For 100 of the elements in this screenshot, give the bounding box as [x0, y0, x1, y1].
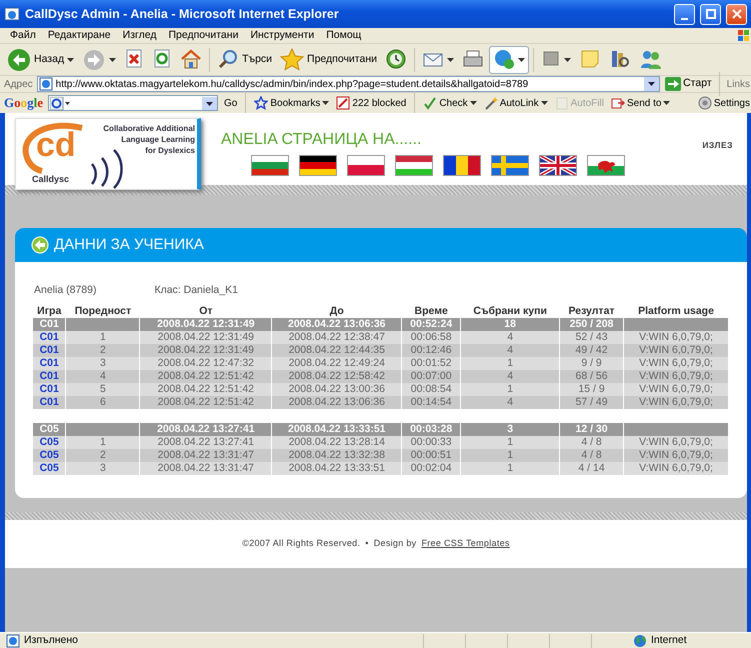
back-button[interactable]: Назад	[4, 46, 78, 74]
flag-icon[interactable]	[443, 155, 481, 176]
menu-item[interactable]: Изглед	[116, 28, 162, 44]
table-cell: 2008.04.22 12:58:42	[272, 370, 402, 383]
table-cell: 3	[66, 356, 140, 370]
g-logo-icon	[50, 96, 70, 110]
close-icon	[732, 9, 742, 19]
menu-item[interactable]: Инструменти	[244, 28, 320, 44]
search-field[interactable]	[48, 95, 218, 111]
table-cell: 2008.04.22 13:31:47	[140, 448, 272, 462]
check-button[interactable]: Check	[422, 96, 478, 110]
summary-cell: 00:03:28	[402, 422, 461, 436]
student-name: Anelia (8789)	[34, 283, 96, 298]
go-button[interactable]: Старт	[664, 76, 713, 92]
table-cell: 1	[460, 436, 560, 449]
caret-icon	[109, 58, 116, 62]
favorites-button[interactable]: Предпочитани	[277, 46, 380, 74]
table-cell: 00:12:46	[402, 344, 461, 357]
caret-icon	[564, 58, 571, 62]
table-cell: V:WIN 6,0,79,0;	[624, 370, 728, 383]
table-cell: 00:01:52	[402, 356, 461, 370]
maximize-icon	[706, 9, 716, 19]
menu-item[interactable]: Помощ	[320, 28, 368, 44]
table-cell: 1	[66, 330, 140, 344]
table-cell: 4	[460, 370, 560, 383]
caret-icon	[446, 58, 454, 62]
blocked-popup-icon	[336, 96, 350, 110]
table-cell: 4 / 14	[560, 462, 624, 475]
table-cell: 00:08:54	[402, 382, 461, 396]
chat-icon	[492, 48, 515, 72]
flag-icon[interactable]	[539, 155, 577, 176]
table-cell: V:WIN 6,0,79,0;	[624, 436, 728, 449]
spellcheck-icon	[423, 96, 438, 110]
caret-icon	[322, 101, 330, 105]
page-heading: ANELIA СТРАНИЦА НА......	[221, 131, 422, 149]
table-cell: 3	[66, 462, 140, 475]
table-cell: 2008.04.22 12:49:24	[272, 356, 402, 370]
bookmarks-button[interactable]: Bookmarks	[253, 96, 330, 110]
menu-item[interactable]: Редактиране	[42, 28, 117, 44]
globe-icon	[633, 634, 647, 648]
table-cell: 1	[460, 356, 560, 370]
caret-icon	[518, 58, 525, 62]
templates-link[interactable]: Free CSS Templates	[421, 537, 510, 551]
flag-icon[interactable]	[299, 155, 337, 176]
table-cell: 9 / 9	[560, 356, 624, 370]
summary-cell: 2008.04.22 13:27:41	[140, 422, 272, 436]
autolink-button[interactable]: AutoLink	[482, 96, 549, 110]
table-cell: V:WIN 6,0,79,0;	[624, 330, 728, 344]
home-icon	[180, 48, 202, 72]
menu-item[interactable]: Файл	[4, 28, 42, 44]
table-cell: 2	[66, 344, 140, 357]
status-text: Изпълнено	[24, 632, 80, 648]
window-title: CallDysc Admin - Anelia - Microsoft Internet Explorer	[25, 6, 340, 23]
table-cell: 2008.04.22 13:31:47	[140, 462, 272, 475]
table-cell: 57 / 49	[560, 396, 624, 409]
page-icon	[38, 77, 53, 91]
clock-icon	[384, 48, 407, 72]
table-cell: 2008.04.22 12:31:49	[140, 330, 272, 344]
summary-cell: 3	[460, 422, 560, 436]
table-cell: 52 / 43	[560, 330, 624, 344]
summary-cell: 12 / 30	[560, 422, 624, 436]
blocked-button[interactable]: 222 blocked	[335, 96, 408, 110]
send-icon	[610, 96, 625, 110]
table-cell: 2008.04.22 13:33:51	[272, 462, 402, 475]
table-cell: 1	[66, 436, 140, 449]
links-button[interactable]: Links	[726, 76, 751, 92]
table-cell: 2008.04.22 12:38:47	[272, 330, 402, 344]
sendto-button[interactable]: Send to	[610, 96, 672, 110]
table-cell: 2008.04.22 12:47:32	[140, 356, 272, 370]
star-icon	[254, 96, 268, 110]
table-cell: 00:00:33	[402, 436, 461, 449]
settings-button[interactable]: Settings	[696, 96, 751, 110]
table-cell: 5	[66, 382, 140, 396]
table-cell: 00:02:04	[402, 462, 461, 475]
menu-item[interactable]: Предпочитани	[162, 28, 244, 44]
table-cell: V:WIN 6,0,79,0;	[624, 344, 728, 357]
logo-name: Calldysc	[32, 173, 70, 186]
summary-cell: 2008.04.22 13:06:36	[272, 318, 402, 331]
go-button[interactable]: Go	[223, 96, 238, 110]
summary-cell: C05	[33, 422, 66, 436]
table-cell: 2008.04.22 12:31:49	[140, 344, 272, 357]
maximize-button[interactable]	[700, 4, 721, 24]
address-field[interactable]: http://www.oktatas.magyartelekom.hu/calldysc/admin/bin/index.php?page=student.details&hallgatoid=8789	[36, 76, 660, 92]
messenger-button[interactable]	[488, 46, 529, 74]
table-cell: 4	[66, 370, 140, 383]
go-arrow-icon	[665, 77, 682, 91]
minimize-button[interactable]	[674, 4, 695, 24]
google-logo: Google	[4, 94, 44, 112]
close-button[interactable]	[726, 4, 747, 24]
logout-link[interactable]: ИЗЛЕЗ	[702, 139, 733, 152]
table-cell: 49 / 42	[560, 344, 624, 357]
search-button[interactable]: Търси	[214, 46, 276, 74]
table-cell: 2008.04.22 13:27:41	[140, 436, 272, 449]
settings-icon	[698, 96, 712, 110]
table-cell: V:WIN 6,0,79,0;	[624, 382, 728, 396]
design-by-text: Design by	[374, 537, 416, 550]
table-cell: 4 / 8	[560, 448, 624, 462]
class-label: Клас: Daniela_K1	[154, 283, 238, 298]
summary-cell: 2008.04.22 13:33:51	[272, 422, 402, 436]
table-cell: 2008.04.22 13:28:14	[272, 436, 402, 449]
